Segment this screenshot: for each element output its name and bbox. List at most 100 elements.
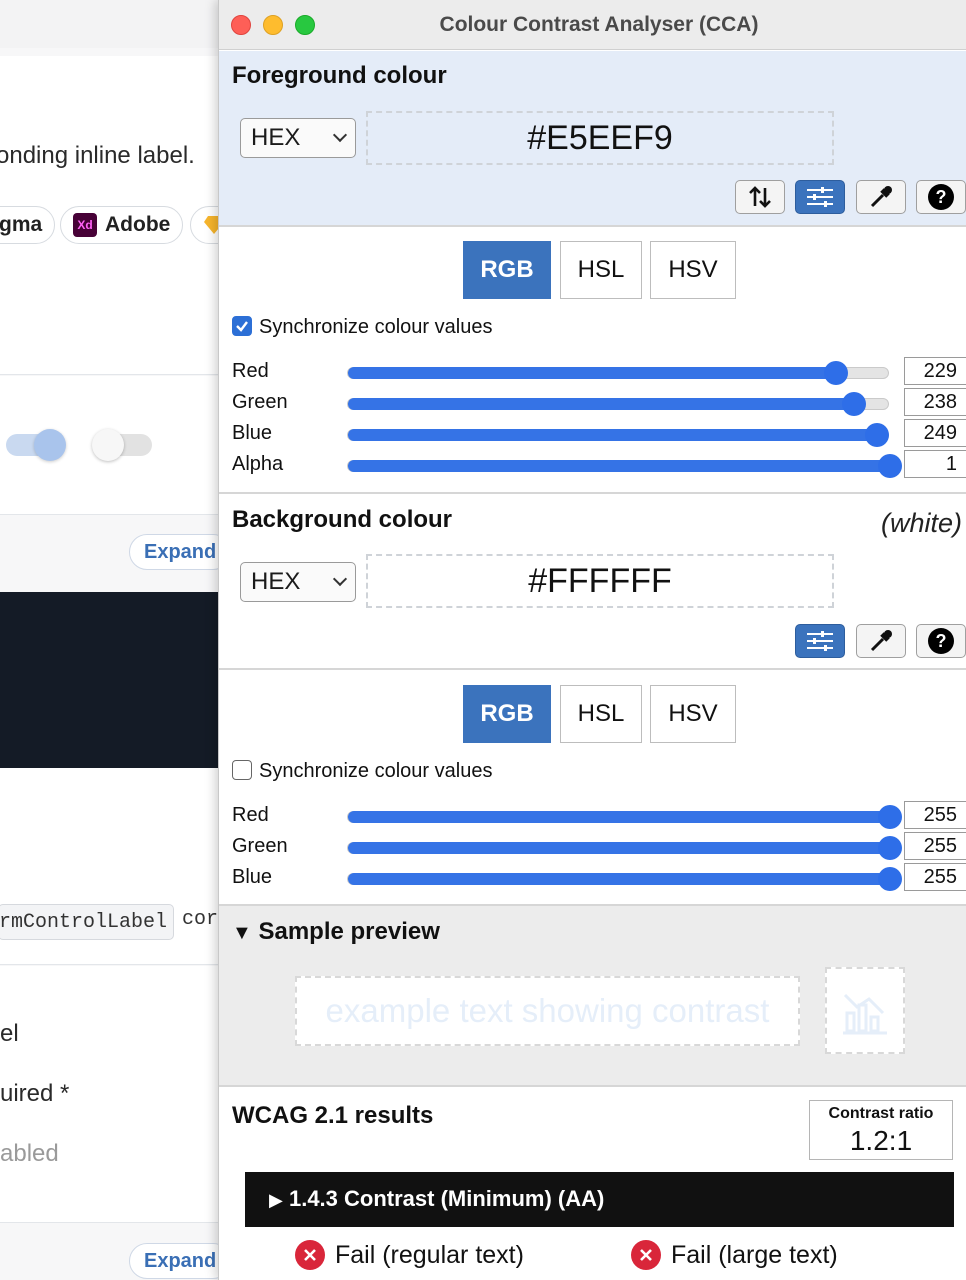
blue-slider[interactable] bbox=[347, 423, 890, 447]
tab-hsv[interactable]: HSV bbox=[650, 241, 736, 299]
red-slider-thumb[interactable] bbox=[878, 805, 902, 829]
toggle-switch-off[interactable] bbox=[92, 429, 152, 461]
red-slider-fill bbox=[348, 811, 890, 823]
background-heading: Background colour bbox=[232, 506, 453, 533]
alpha-slider-thumb[interactable] bbox=[878, 454, 902, 478]
chart-icon bbox=[843, 993, 887, 1034]
code-trailing-text: cor bbox=[182, 908, 219, 931]
contrast-ratio-label: Contrast ratio bbox=[828, 1105, 934, 1122]
swap-icon bbox=[749, 186, 771, 208]
sample-preview-heading: Sample preview bbox=[258, 918, 440, 945]
background-sliders-toggle[interactable] bbox=[795, 624, 845, 658]
foreground-eyedropper-button[interactable] bbox=[856, 180, 906, 214]
tab-rgb[interactable]: RGB bbox=[463, 241, 551, 299]
red-slider-label: Red bbox=[232, 804, 269, 826]
foreground-sync-checkbox[interactable] bbox=[232, 316, 252, 336]
sample-text-preview: example text showing contrast bbox=[295, 976, 800, 1046]
alpha-slider-fill bbox=[348, 460, 890, 472]
blue-slider-thumb[interactable] bbox=[878, 867, 902, 891]
svg-text:?: ? bbox=[936, 631, 947, 651]
criterion-toggle[interactable]: ▶ 1.4.3 Contrast (Minimum) (AA) bbox=[245, 1172, 954, 1227]
adobe-xd-icon: Xd bbox=[73, 213, 97, 237]
eyedropper-icon bbox=[870, 186, 892, 208]
foreground-format-value: HEX bbox=[251, 124, 301, 151]
foreground-help-button[interactable]: ? bbox=[916, 180, 966, 214]
red-slider-thumb[interactable] bbox=[823, 361, 848, 385]
sample-graphic-preview bbox=[825, 967, 905, 1054]
sample-preview-toggle[interactable]: ▼ Sample preview bbox=[232, 918, 440, 946]
green-slider-label: Green bbox=[232, 391, 288, 413]
sliders-icon bbox=[807, 631, 833, 651]
inline-label-text: onding inline label. bbox=[0, 142, 195, 169]
result-regular-text: Fail (regular text) bbox=[295, 1240, 524, 1270]
triangle-right-icon: ▶ bbox=[269, 1190, 283, 1210]
expand-button[interactable]: Expand bbox=[129, 534, 232, 570]
foreground-sliders-toggle[interactable] bbox=[795, 180, 845, 214]
form-label-text: el bbox=[0, 1020, 19, 1047]
blue-value-input[interactable]: 249 bbox=[904, 419, 966, 447]
tool-pill-figma[interactable]: gma bbox=[0, 206, 56, 244]
result-large-text: Fail (large text) bbox=[631, 1240, 838, 1270]
form-required-text: uired * bbox=[0, 1080, 70, 1107]
background-sync-label: Synchronize colour values bbox=[259, 760, 493, 782]
code-chip: rmControlLabel bbox=[0, 904, 175, 940]
blue-value-input[interactable]: 255 bbox=[904, 863, 966, 891]
tool-label-figma: gma bbox=[0, 213, 43, 236]
result-large-label: Fail (large text) bbox=[671, 1240, 838, 1269]
background-hex-input[interactable]: #FFFFFF bbox=[366, 554, 834, 608]
green-slider[interactable] bbox=[347, 836, 902, 860]
blue-slider-label: Blue bbox=[232, 422, 273, 444]
triangle-down-icon: ▼ bbox=[232, 922, 252, 944]
fail-icon bbox=[295, 1240, 325, 1270]
divider bbox=[0, 964, 240, 965]
background-colour-name: (white) bbox=[880, 508, 962, 538]
divider bbox=[0, 1222, 240, 1223]
page-header-strip bbox=[0, 0, 240, 48]
blue-slider-fill bbox=[348, 873, 890, 885]
green-slider[interactable] bbox=[347, 392, 889, 416]
green-slider-thumb[interactable] bbox=[878, 836, 902, 860]
help-icon: ? bbox=[928, 628, 954, 654]
tab-hsl[interactable]: HSL bbox=[560, 241, 642, 299]
red-slider[interactable] bbox=[347, 361, 889, 385]
red-slider[interactable] bbox=[347, 805, 902, 829]
background-help-button[interactable]: ? bbox=[916, 624, 966, 658]
blue-slider-thumb[interactable] bbox=[865, 423, 890, 447]
alpha-value-input[interactable]: 1 bbox=[904, 450, 966, 478]
expand-button[interactable]: Expand bbox=[129, 1243, 232, 1279]
help-icon: ? bbox=[928, 184, 954, 210]
foreground-hex-input[interactable]: #E5EEF9 bbox=[366, 111, 834, 165]
green-value-input[interactable]: 255 bbox=[904, 832, 966, 860]
foreground-format-select[interactable]: HEX bbox=[240, 118, 356, 158]
background-eyedropper-button[interactable] bbox=[856, 624, 906, 658]
results-heading: WCAG 2.1 results bbox=[232, 1102, 434, 1129]
tab-rgb[interactable]: RGB bbox=[463, 685, 551, 743]
red-slider-fill bbox=[348, 367, 836, 379]
checkmark-icon bbox=[236, 321, 248, 332]
background-format-select[interactable]: HEX bbox=[240, 562, 356, 602]
toggle-switch-on[interactable] bbox=[6, 429, 66, 461]
divider bbox=[0, 374, 240, 375]
sliders-icon bbox=[807, 187, 833, 207]
tab-hsl[interactable]: HSL bbox=[560, 685, 642, 743]
green-slider-fill bbox=[348, 842, 890, 854]
red-value-input[interactable]: 255 bbox=[904, 801, 966, 829]
green-slider-thumb[interactable] bbox=[842, 392, 867, 416]
green-slider-label: Green bbox=[232, 835, 288, 857]
background-format-value: HEX bbox=[251, 568, 301, 595]
blue-slider[interactable] bbox=[347, 867, 902, 891]
green-slider-fill bbox=[348, 398, 855, 410]
result-regular-label: Fail (regular text) bbox=[335, 1240, 524, 1269]
tab-hsv[interactable]: HSV bbox=[650, 685, 736, 743]
alpha-slider[interactable] bbox=[347, 454, 902, 478]
tool-pill-adobe[interactable]: Xd Adobe bbox=[60, 206, 184, 244]
code-preview-block bbox=[0, 592, 240, 768]
foreground-heading: Foreground colour bbox=[232, 62, 447, 89]
background-sync-checkbox[interactable] bbox=[232, 760, 252, 780]
divider bbox=[0, 514, 240, 515]
red-value-input[interactable]: 229 bbox=[904, 357, 966, 385]
green-value-input[interactable]: 238 bbox=[904, 388, 966, 416]
tool-label-adobe: Adobe bbox=[105, 213, 171, 236]
swap-colours-button[interactable] bbox=[735, 180, 785, 214]
chevron-down-icon bbox=[332, 127, 348, 143]
